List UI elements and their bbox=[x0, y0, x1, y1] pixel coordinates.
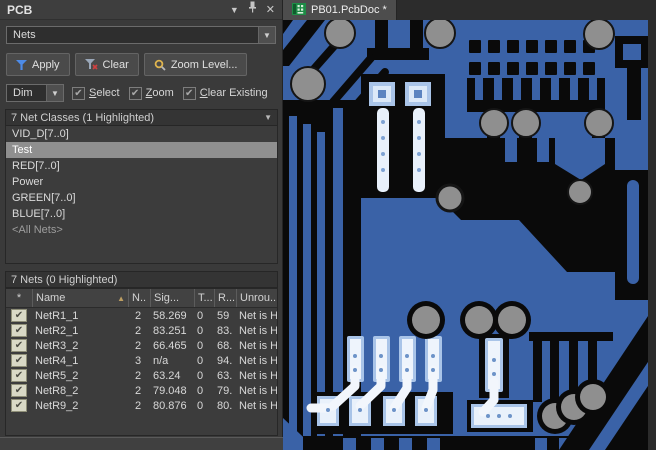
sort-asc-icon: ▲ bbox=[117, 293, 125, 303]
net-name: NetR1_1 bbox=[35, 309, 79, 322]
tab-pcbdoc[interactable]: PB01.PcbDoc * bbox=[283, 0, 397, 20]
chevron-down-icon[interactable]: ▼ bbox=[46, 85, 63, 101]
altium-window: PCB ▼ ✕ Nets ▼ Apply Clear Zoom Level... bbox=[0, 0, 656, 450]
list-item[interactable]: GREEN[7..0] bbox=[6, 190, 277, 206]
table-row[interactable]: ✔ NetR2_1 2 83.251 0 83. Net is Hid bbox=[6, 323, 277, 338]
panel-toolbar: Apply Clear Zoom Level... bbox=[6, 53, 248, 76]
column-header-star[interactable]: * bbox=[6, 289, 32, 307]
pcb-editor-canvas[interactable] bbox=[283, 16, 656, 450]
select-checkbox[interactable]: ✔ Select bbox=[72, 86, 120, 100]
table-row[interactable]: ✔ NetR4_1 3 n/a 0 94. Net is Hid bbox=[6, 353, 277, 368]
pin-icon[interactable] bbox=[248, 0, 257, 20]
panel-titlebar: PCB ▼ ✕ bbox=[0, 0, 282, 20]
list-item[interactable]: RED[7..0] bbox=[6, 158, 277, 174]
column-header-nodes[interactable]: N.. bbox=[128, 289, 150, 307]
panel-section-divider[interactable] bbox=[0, 437, 283, 450]
net-name: NetR2_1 bbox=[35, 324, 79, 337]
row-checkbox[interactable]: ✔ bbox=[11, 339, 27, 352]
net-name: NetR8_2 bbox=[35, 384, 79, 397]
row-checkbox[interactable]: ✔ bbox=[11, 384, 27, 397]
zoom-level-button[interactable]: Zoom Level... bbox=[143, 53, 248, 76]
browse-mode-select[interactable]: Nets ▼ bbox=[6, 26, 276, 44]
pcb-panel: PCB ▼ ✕ Nets ▼ Apply Clear Zoom Level... bbox=[0, 0, 283, 450]
table-row[interactable]: ✔ NetR8_2 2 79.048 0 79. Net is Hid bbox=[6, 383, 277, 398]
chevron-down-icon: ▼ bbox=[264, 113, 272, 122]
column-header-unrouted[interactable]: Unrou... bbox=[236, 289, 277, 307]
panel-title: PCB bbox=[7, 2, 33, 17]
chevron-down-icon[interactable]: ▼ bbox=[258, 27, 275, 43]
clear-filter-icon bbox=[84, 59, 98, 70]
table-row[interactable]: ✔ NetR1_1 2 58.269 0 59 Net is Hid bbox=[6, 308, 277, 323]
dim-mode-select[interactable]: Dim ▼ bbox=[6, 84, 64, 102]
row-checkbox[interactable]: ✔ bbox=[11, 324, 27, 337]
clear-button[interactable]: Clear bbox=[74, 53, 139, 76]
document-area: PB01.PcbDoc * bbox=[283, 0, 656, 450]
table-row[interactable]: ✔ NetR9_2 2 80.876 0 80. Net is Hid bbox=[6, 398, 277, 413]
net-name: NetR5_2 bbox=[35, 369, 79, 382]
pcbdoc-icon bbox=[292, 2, 306, 18]
nets-table-header: * Name ▲ N.. Sig... T... R... Unrou... bbox=[6, 289, 277, 308]
options-row: ✔ Select ✔ Zoom ✔ Clear Existing bbox=[72, 84, 282, 102]
list-item[interactable]: BLUE[7..0] bbox=[6, 206, 277, 222]
pcb-layout bbox=[283, 16, 656, 450]
column-header-name[interactable]: Name ▲ bbox=[32, 289, 128, 307]
check-icon: ✔ bbox=[128, 86, 142, 100]
net-name: NetR9_2 bbox=[35, 399, 79, 412]
net-classes-header[interactable]: 7 Net Classes (1 Highlighted) ▼ bbox=[5, 109, 278, 126]
document-tabbar: PB01.PcbDoc * bbox=[283, 0, 656, 20]
browse-mode-value: Nets bbox=[13, 29, 36, 41]
clear-existing-checkbox[interactable]: ✔ Clear Existing bbox=[182, 86, 268, 100]
check-icon: ✔ bbox=[72, 86, 85, 100]
row-checkbox[interactable]: ✔ bbox=[11, 369, 27, 382]
row-checkbox[interactable]: ✔ bbox=[11, 354, 27, 367]
net-name: NetR4_1 bbox=[35, 354, 79, 367]
filter-icon bbox=[16, 59, 27, 70]
column-header-signal[interactable]: Sig... bbox=[150, 289, 194, 307]
panel-menu-arrow-icon[interactable]: ▼ bbox=[230, 0, 239, 20]
table-row[interactable]: ✔ NetR3_2 2 66.465 0 68. Net is Hid bbox=[6, 338, 277, 353]
column-header-routed[interactable]: R... bbox=[214, 289, 236, 307]
row-checkbox[interactable]: ✔ bbox=[11, 309, 27, 322]
net-name: NetR3_2 bbox=[35, 339, 79, 352]
magnifier-icon bbox=[154, 59, 166, 71]
net-classes-list: VID_D[7..0] Test RED[7..0] Power GREEN[7… bbox=[5, 126, 278, 264]
list-item[interactable]: <All Nets> bbox=[6, 222, 277, 238]
list-item-selected[interactable]: Test bbox=[6, 142, 277, 158]
editor-edge bbox=[648, 20, 656, 450]
close-icon[interactable]: ✕ bbox=[266, 0, 275, 20]
nets-header: 7 Nets (0 Highlighted) bbox=[5, 271, 278, 288]
apply-button[interactable]: Apply bbox=[6, 53, 70, 76]
column-header-t[interactable]: T... bbox=[194, 289, 214, 307]
list-item[interactable]: Power bbox=[6, 174, 277, 190]
nets-table: * Name ▲ N.. Sig... T... R... Unrou... ✔ … bbox=[5, 288, 278, 436]
list-item[interactable]: VID_D[7..0] bbox=[6, 126, 277, 142]
zoom-checkbox[interactable]: ✔ Zoom bbox=[128, 86, 174, 100]
check-icon: ✔ bbox=[182, 86, 196, 100]
row-checkbox[interactable]: ✔ bbox=[11, 399, 27, 412]
table-row[interactable]: ✔ NetR5_2 2 63.24 0 63. Net is Hid bbox=[6, 368, 277, 383]
